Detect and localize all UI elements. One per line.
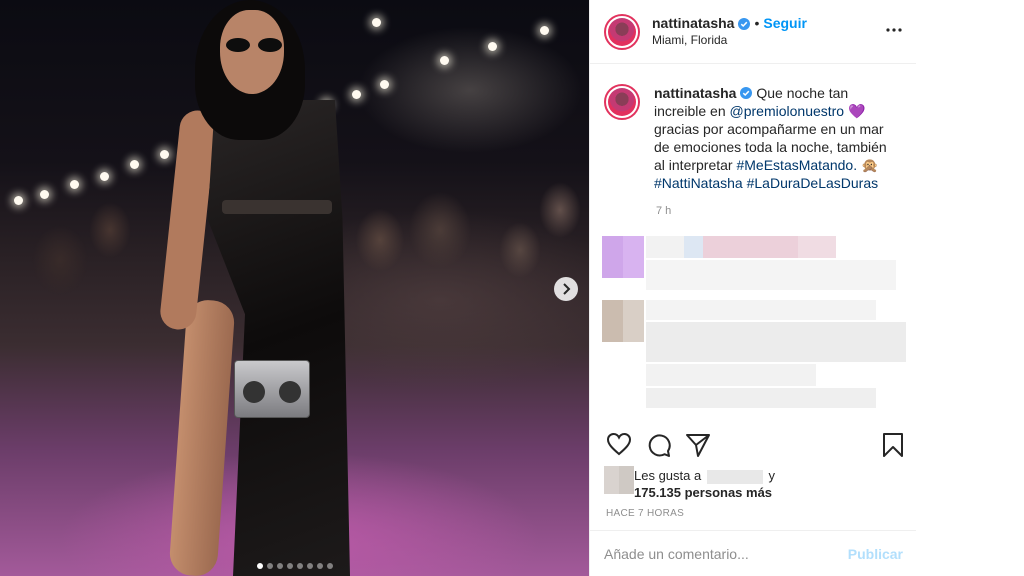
figure-face: [220, 10, 284, 94]
carousel-dot: [256, 563, 263, 569]
caption-username[interactable]: nattinatasha: [654, 85, 736, 101]
stage-light: [70, 180, 79, 189]
stage-light: [380, 80, 389, 89]
more-options-icon[interactable]: [886, 22, 902, 38]
stage-light: [488, 42, 497, 51]
figure-belt: [222, 200, 332, 214]
carousel-dot: [266, 563, 273, 569]
next-photo-button[interactable]: [554, 277, 578, 301]
caption: nattinatasha Que noche tan increible en …: [590, 64, 916, 224]
boombox-bag: [234, 360, 310, 418]
verified-icon: [740, 87, 753, 99]
stage-light: [352, 90, 361, 99]
stage-light: [100, 172, 109, 181]
comment-bar: Publicar: [590, 530, 917, 576]
stage-light: [40, 190, 49, 199]
post-timestamp[interactable]: HACE 7 HORAS: [606, 508, 684, 519]
avatar[interactable]: [604, 84, 640, 120]
stage-light: [372, 18, 381, 27]
post-actions: [590, 426, 917, 466]
stage-light: [160, 150, 169, 159]
post-photo[interactable]: [0, 0, 589, 576]
hashtag-link[interactable]: #MeEstasMatando.: [736, 157, 857, 173]
carousel-indicator: [0, 563, 589, 569]
carousel-dot: [296, 563, 303, 569]
mention-link[interactable]: @premiolonuestro: [730, 103, 845, 119]
hashtag-link[interactable]: #LaDuraDeLasDuras: [747, 175, 879, 191]
carousel-dot: [306, 563, 313, 569]
carousel-dot: [326, 563, 333, 569]
username-link[interactable]: nattinatasha: [652, 15, 734, 33]
hashtag-link[interactable]: #NattiNatasha: [654, 175, 743, 191]
emoji-icon: 🙊: [861, 157, 879, 173]
liker-avatar[interactable]: [604, 466, 634, 494]
page-background: [916, 0, 1024, 576]
stage-light: [130, 160, 139, 169]
stage-light: [540, 26, 549, 35]
sunglasses: [226, 38, 282, 52]
separator-dot: •: [754, 14, 760, 31]
post-header: nattinatasha • Seguir Miami, Florida: [590, 0, 916, 64]
publish-button[interactable]: Publicar: [848, 546, 903, 562]
caption-timestamp[interactable]: 7 h: [656, 205, 671, 217]
share-icon[interactable]: [685, 432, 711, 458]
purple-heart-emoji: 💜: [848, 103, 866, 119]
bookmark-icon[interactable]: [882, 432, 904, 458]
likes-prefix: Les gusta a: [634, 468, 702, 483]
likes-count-link[interactable]: 175.135 personas más: [634, 485, 772, 500]
stage-light: [440, 56, 449, 65]
location-link[interactable]: Miami, Florida: [652, 33, 807, 48]
blurred-liker-name[interactable]: [706, 469, 763, 484]
follow-button[interactable]: Seguir: [763, 15, 807, 33]
carousel-dot: [286, 563, 293, 569]
heart-icon[interactable]: [606, 432, 632, 456]
carousel-dot: [316, 563, 323, 569]
post-side-panel: nattinatasha • Seguir Miami, Florida nat…: [589, 0, 917, 576]
verified-icon: [738, 17, 751, 30]
chevron-right-icon: [563, 283, 571, 295]
avatar[interactable]: [604, 13, 640, 50]
caption-text: nattinatasha Que noche tan increible en …: [654, 84, 894, 224]
comment-input[interactable]: [604, 545, 848, 562]
stage-light: [14, 196, 23, 205]
carousel-dot: [276, 563, 283, 569]
likes-suffix: y: [768, 468, 775, 483]
comment-icon[interactable]: [646, 432, 672, 458]
